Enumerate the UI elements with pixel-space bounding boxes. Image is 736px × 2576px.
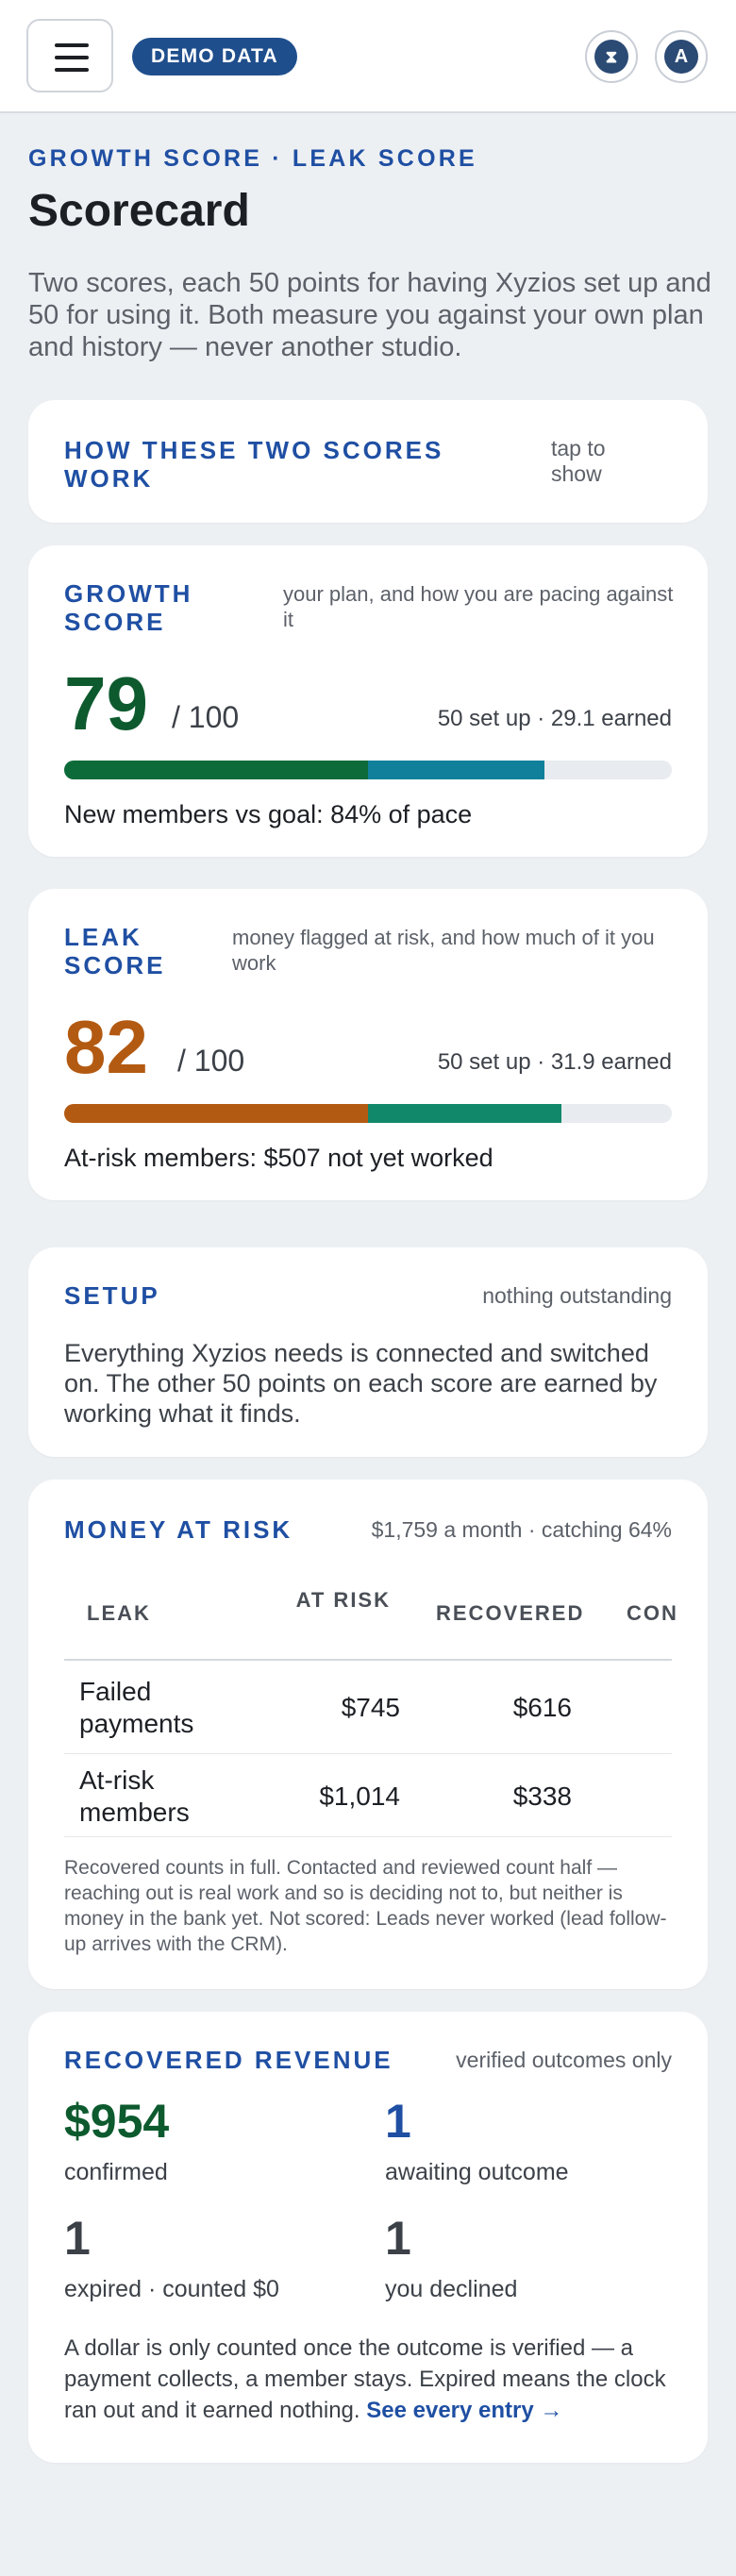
table-row-divider [64, 1753, 672, 1754]
setup-heading: SETUP [64, 1281, 160, 1310]
recovered-revenue-heading: RECOVERED REVENUE [64, 2046, 393, 2074]
page-title: Scorecard [28, 186, 250, 236]
leak-name-cell: Failed payments [79, 1677, 194, 1738]
column-header-at-risk: AT RISK [295, 1588, 391, 1612]
recovered-cell: $616 [512, 1693, 572, 1722]
declined-value: 1 [385, 2212, 411, 2265]
how-scores-work-card[interactable]: HOW THESE TWO SCORES WORK tap to show [28, 400, 708, 523]
money-at-risk-note: Recovered counts in full. Contacted and … [64, 1857, 667, 1955]
growth-score-value: 79 [64, 661, 148, 745]
growth-score-breakdown: 50 set up · 29.1 earned [437, 706, 672, 731]
leak-score-card: LEAK SCORE money flagged at risk, and ho… [28, 889, 708, 1200]
confirmed-value: $954 [64, 2095, 170, 2148]
hourglass-icon: ⧗ [594, 40, 628, 74]
money-at-risk-heading: MONEY AT RISK [64, 1515, 293, 1544]
page-intro: Two scores, each 50 points for having Xy… [28, 268, 711, 362]
menu-button[interactable] [26, 19, 113, 92]
growth-score-detail: New members vs goal: 84% of pace [64, 800, 473, 828]
at-risk-cell: $745 [341, 1693, 400, 1722]
declined-label: you declined [385, 2276, 518, 2302]
growth-score-progress-bar [64, 761, 672, 779]
tap-to-show-toggle[interactable]: tap to show [551, 436, 655, 487]
recovered-revenue-card: RECOVERED REVENUE verified outcomes only… [28, 2012, 708, 2463]
how-scores-heading: HOW THESE TWO SCORES WORK [64, 436, 444, 493]
awaiting-value: 1 [385, 2095, 411, 2148]
hamburger-icon-bar [55, 68, 89, 72]
avatar[interactable]: A [655, 30, 708, 83]
recovered-revenue-tag: verified outcomes only [456, 2048, 672, 2072]
leak-score-value: 82 [64, 1005, 148, 1089]
avatar-letter: A [664, 40, 698, 74]
growth-score-heading: GROWTH SCORE [64, 579, 193, 636]
leak-score-description: money flagged at risk, and how much of i… [232, 926, 655, 975]
leak-score-progress-bar [64, 1104, 672, 1123]
table-header-divider [64, 1659, 672, 1661]
money-at-risk-card: MONEY AT RISK $1,759 a month · catching … [28, 1480, 708, 1989]
growth-score-description: your plan, and how you are pacing agains… [283, 582, 674, 631]
leak-earned-segment [368, 1104, 562, 1123]
recovered-revenue-explanation: A dollar is only counted once the outcom… [64, 2335, 666, 2423]
column-header-recovered: RECOVERED [436, 1601, 585, 1625]
confirmed-label: confirmed [64, 2159, 168, 2185]
growth-setup-segment [64, 761, 368, 779]
hamburger-icon-bar [55, 56, 89, 59]
recovered-cell: $338 [512, 1781, 572, 1811]
at-risk-cell: $1,014 [319, 1781, 400, 1811]
growth-score-card: GROWTH SCORE your plan, and how you are … [28, 545, 708, 857]
expired-value: 1 [64, 2212, 91, 2265]
column-header-leak: LEAK [87, 1601, 151, 1625]
leak-score-heading: LEAK SCORE [64, 923, 166, 979]
leak-name-cell: At-risk members [79, 1765, 190, 1827]
setup-body: Everything Xyzios needs is connected and… [64, 1339, 658, 1428]
leak-score-detail: At-risk members: $507 not yet worked [64, 1144, 493, 1172]
setup-card: SETUP nothing outstanding Everything Xyz… [28, 1247, 708, 1457]
expired-label: expired · counted $0 [64, 2276, 279, 2302]
column-header-contacted: CON [627, 1601, 678, 1625]
recovered-revenue-body: A dollar is only counted once the outcom… [64, 2333, 677, 2426]
status-button[interactable]: ⧗ [585, 30, 638, 83]
awaiting-label: awaiting outcome [385, 2159, 569, 2185]
money-at-risk-summary: $1,759 a month · catching 64% [371, 1517, 672, 1542]
growth-earned-segment [368, 761, 545, 779]
leak-setup-segment [64, 1104, 368, 1123]
hamburger-icon-bar [55, 43, 89, 47]
page-eyebrow: GROWTH SCORE · LEAK SCORE [28, 145, 477, 172]
see-every-entry-link[interactable]: See every entry → [366, 2398, 562, 2423]
demo-data-badge: DEMO DATA [132, 38, 297, 75]
top-bar: DEMO DATA ⧗ A [0, 0, 736, 113]
leak-score-out-of: / 100 [177, 1044, 245, 1078]
growth-score-out-of: / 100 [172, 700, 240, 734]
leak-score-breakdown: 50 set up · 31.9 earned [437, 1049, 672, 1075]
table-row-divider [64, 1836, 672, 1837]
setup-status: nothing outstanding [482, 1283, 672, 1308]
